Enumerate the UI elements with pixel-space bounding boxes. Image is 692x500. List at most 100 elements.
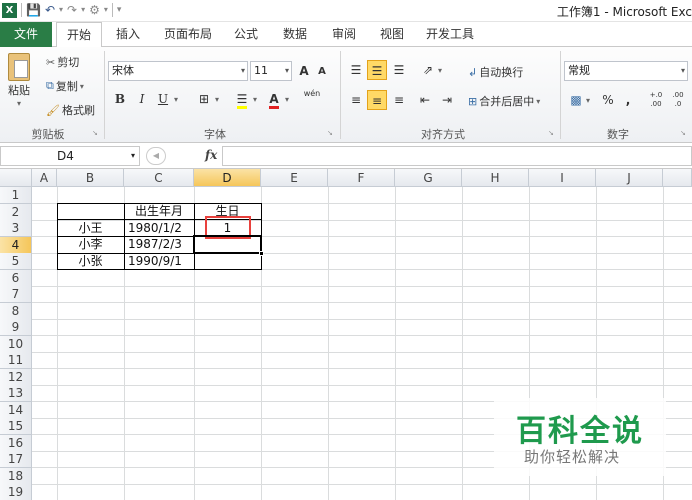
fill-color-dropdown-icon[interactable]: ▾ (253, 95, 257, 104)
italic-button[interactable]: I (132, 89, 152, 109)
merge-center-button[interactable]: ⊞ 合并后居中 ▾ (468, 93, 540, 109)
select-all-button[interactable] (0, 169, 32, 187)
tools-dropdown-icon[interactable]: ▾ (104, 2, 108, 18)
excel-logo-icon[interactable]: X (2, 2, 17, 18)
column-header[interactable]: H (462, 169, 529, 187)
column-header[interactable] (663, 169, 692, 187)
alignment-launcher-icon[interactable]: ↘ (548, 129, 554, 137)
fill-handle[interactable] (259, 251, 264, 256)
font-size-combo[interactable]: 11 ▾ (250, 61, 292, 81)
row-header[interactable]: 2 (0, 203, 32, 221)
column-header[interactable]: I (529, 169, 596, 187)
active-cell-d4[interactable] (193, 235, 262, 254)
redo-dropdown-icon[interactable]: ▾ (81, 2, 85, 18)
cell-c3[interactable]: 1980/1/2 (124, 220, 194, 237)
align-top-button[interactable]: ☰ (346, 60, 366, 80)
tab-file[interactable]: 文件 (0, 22, 52, 47)
decrease-decimal-button[interactable]: .00 .0 (668, 91, 688, 111)
borders-button[interactable]: ⊞ (194, 89, 214, 109)
row-header[interactable]: 19 (0, 484, 32, 500)
expand-icon[interactable]: ◀ (146, 147, 166, 165)
undo-dropdown-icon[interactable]: ▾ (59, 2, 63, 18)
row-header[interactable]: 17 (0, 451, 32, 468)
cell-c5[interactable]: 1990/9/1 (124, 253, 194, 270)
borders-dropdown-icon[interactable]: ▾ (215, 95, 219, 104)
phonetic-button[interactable]: wén (302, 89, 322, 109)
row-header[interactable]: 13 (0, 385, 32, 402)
redo-icon[interactable]: ↷ (67, 2, 77, 18)
decrease-indent-button[interactable]: ⇤ (415, 90, 435, 110)
row-header[interactable]: 1 (0, 187, 32, 204)
align-right-button[interactable]: ≡ (389, 90, 409, 110)
cell-b4[interactable]: 小李 (57, 236, 124, 253)
row-header[interactable]: 15 (0, 418, 32, 435)
tab-page-layout[interactable]: 页面布局 (158, 22, 218, 47)
undo-icon[interactable]: ↶ (45, 2, 55, 18)
format-painter-button[interactable]: 🖌 格式刷 (46, 102, 95, 118)
cut-button[interactable]: ✂ 剪切 (46, 54, 79, 70)
number-launcher-icon[interactable]: ↘ (680, 129, 686, 137)
spreadsheet-grid[interactable]: A B C D E F G H I J 1 2 3 4 5 6 7 8 9 10… (0, 169, 692, 500)
column-header-selected[interactable]: D (194, 169, 261, 187)
font-name-combo[interactable]: 宋体 ▾ (108, 61, 248, 81)
column-header[interactable]: A (32, 169, 57, 187)
row-header[interactable]: 11 (0, 352, 32, 369)
accounting-dropdown-icon[interactable]: ▾ (586, 96, 590, 105)
row-header[interactable]: 14 (0, 401, 32, 419)
column-header[interactable]: J (596, 169, 663, 187)
customize-icon[interactable]: ▾ (117, 2, 122, 18)
cell-b3[interactable]: 小王 (57, 220, 124, 237)
align-left-button[interactable]: ≡ (346, 90, 366, 110)
increase-indent-button[interactable]: ⇥ (437, 90, 457, 110)
row-header[interactable]: 10 (0, 335, 32, 353)
row-header[interactable]: 5 (0, 253, 32, 270)
underline-button[interactable]: U (153, 89, 173, 109)
tab-formulas[interactable]: 公式 (226, 22, 266, 47)
font-launcher-icon[interactable]: ↘ (327, 129, 333, 137)
tab-data[interactable]: 数据 (275, 22, 315, 47)
column-header[interactable]: C (124, 169, 194, 187)
align-middle-button[interactable]: ☰ (367, 60, 387, 80)
name-box[interactable]: D4 ▾ (0, 146, 140, 166)
align-bottom-button[interactable]: ☰ (389, 60, 409, 80)
tab-review[interactable]: 审阅 (324, 22, 364, 47)
cell-c2[interactable]: 出生年月 (124, 203, 194, 220)
tab-insert[interactable]: 插入 (108, 22, 148, 47)
cell-c4[interactable]: 1987/2/3 (124, 236, 194, 253)
clipboard-launcher-icon[interactable]: ↘ (92, 129, 98, 137)
fill-color-button[interactable]: ☰ (232, 89, 252, 109)
grow-font-button[interactable]: A (294, 61, 314, 81)
row-header[interactable]: 9 (0, 319, 32, 336)
align-center-button[interactable]: ≡ (367, 90, 387, 110)
row-header-selected[interactable]: 4 (0, 236, 32, 254)
percent-button[interactable]: % (598, 90, 618, 110)
orientation-button[interactable]: ⇗ (418, 60, 438, 80)
column-header[interactable]: F (328, 169, 395, 187)
font-color-dropdown-icon[interactable]: ▾ (285, 95, 289, 104)
tools-icon[interactable]: ⚙ (89, 2, 100, 18)
row-header[interactable]: 6 (0, 269, 32, 287)
formula-input[interactable] (222, 146, 692, 166)
row-header[interactable]: 16 (0, 434, 32, 452)
shrink-font-button[interactable]: A (312, 62, 332, 82)
cell-b5[interactable]: 小张 (57, 253, 124, 270)
bold-button[interactable]: B (110, 89, 130, 109)
tab-view[interactable]: 视图 (372, 22, 412, 47)
number-format-combo[interactable]: 常规 ▾ (564, 61, 688, 81)
paste-button[interactable]: 粘贴 ▾ (8, 53, 30, 108)
underline-dropdown-icon[interactable]: ▾ (174, 95, 178, 104)
tab-developer[interactable]: 开发工具 (420, 22, 480, 47)
column-header[interactable]: E (261, 169, 328, 187)
increase-decimal-button[interactable]: +.0 .00 (646, 91, 666, 111)
comma-button[interactable]: , (618, 90, 638, 110)
row-header[interactable]: 18 (0, 467, 32, 485)
save-icon[interactable]: 💾 (26, 2, 41, 18)
accounting-format-button[interactable]: ▩ (566, 90, 586, 110)
column-header[interactable]: G (395, 169, 462, 187)
row-header[interactable]: 8 (0, 302, 32, 320)
copy-button[interactable]: ⧉ 复制 ▾ (46, 78, 84, 94)
row-header[interactable]: 12 (0, 368, 32, 386)
row-header[interactable]: 3 (0, 220, 32, 237)
orientation-dropdown-icon[interactable]: ▾ (438, 66, 442, 75)
column-header[interactable]: B (57, 169, 124, 187)
